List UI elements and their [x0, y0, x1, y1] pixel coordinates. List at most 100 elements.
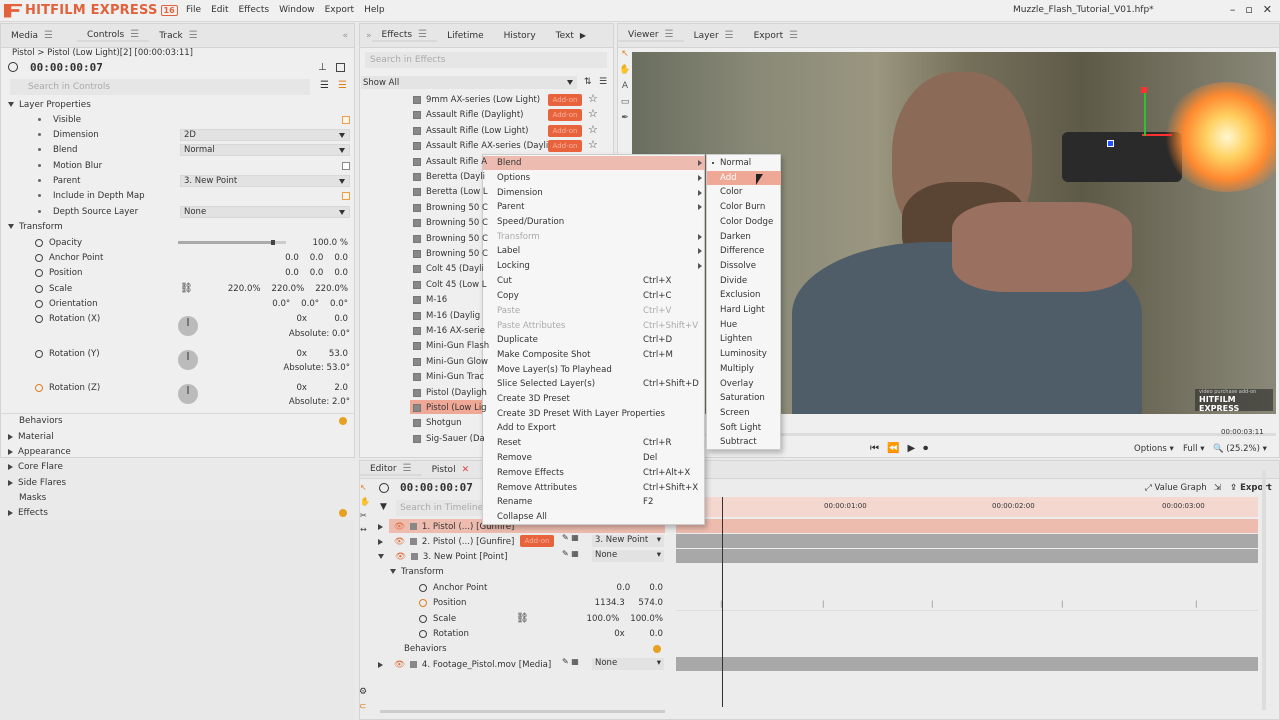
menu-icon[interactable]: ☰: [403, 463, 412, 474]
effect-item[interactable]: Mini-Gun Flash: [413, 339, 613, 353]
layer-behaviors-row[interactable]: Behaviors: [404, 641, 665, 656]
layout-icon[interactable]: [336, 63, 345, 72]
pen-tool-icon[interactable]: ✒: [619, 110, 631, 126]
favorite-star-icon[interactable]: ☆: [588, 138, 598, 151]
blend-mode-multiply[interactable]: Multiply: [707, 362, 781, 376]
grid-view-icon[interactable]: ☰: [338, 80, 347, 91]
effect-item[interactable]: Pistol (Dayligh: [413, 386, 613, 400]
keyframe-icon[interactable]: [419, 583, 427, 592]
add-effect-icon[interactable]: [339, 508, 347, 517]
menu-icon[interactable]: ☰: [789, 30, 798, 41]
masks-section[interactable]: Masks: [0, 490, 352, 505]
motion-blur-checkbox[interactable]: [342, 161, 350, 170]
favorite-star-icon[interactable]: ☆: [588, 123, 598, 136]
ctx-item-remove-attributes[interactable]: Remove Attributes Ctrl+Shift+X: [483, 481, 705, 495]
effect-item[interactable]: Colt 45 (Low L: [413, 278, 613, 292]
horizontal-scrollbar[interactable]: [380, 710, 665, 713]
settings-icon[interactable]: ⚙: [359, 687, 367, 697]
appearance-section[interactable]: Appearance: [0, 444, 352, 459]
dimension-select[interactable]: 2D: [180, 128, 350, 141]
value-graph-button[interactable]: ⤢ Value Graph: [1145, 483, 1207, 493]
rotation-y-value[interactable]: 0x 53.0: [296, 349, 348, 359]
tab-editor[interactable]: Editor ☰: [360, 463, 422, 476]
keyframe-icon[interactable]: [419, 598, 427, 607]
keyframe-icon[interactable]: [35, 284, 43, 293]
menu-effects[interactable]: Effects: [239, 5, 270, 15]
keyframe-icon[interactable]: [35, 299, 43, 308]
tab-history[interactable]: History: [494, 31, 546, 41]
position-value[interactable]: 0.0 0.0 0.0: [285, 268, 348, 278]
vertical-scrollbar[interactable]: [1262, 470, 1266, 710]
skip-start-icon[interactable]: ⏮: [870, 443, 879, 454]
close-tab-icon[interactable]: ✕: [462, 465, 470, 475]
effect-item[interactable]: Assault Rifle (Daylight) Add-on ☆: [413, 107, 613, 122]
tab-viewer[interactable]: Viewer ☰: [618, 29, 684, 42]
effect-item[interactable]: Beretta (Dayli: [413, 170, 613, 184]
layer-4-parent-select[interactable]: None ▾: [592, 658, 664, 670]
favorite-star-icon[interactable]: ☆: [588, 107, 598, 120]
keyframe-icon[interactable]: [419, 614, 427, 623]
tab-text[interactable]: Text ▶: [546, 31, 596, 41]
keyframe-icon[interactable]: [35, 253, 43, 262]
effect-item[interactable]: Assault Rifle A: [413, 155, 613, 169]
blend-mode-dissolve[interactable]: Dissolve: [707, 259, 781, 273]
eye-icon[interactable]: 👁: [394, 537, 405, 547]
blend-mode-subtract[interactable]: Subtract: [707, 435, 781, 449]
minimize-icon[interactable]: –: [1230, 3, 1236, 16]
effect-item[interactable]: Shotgun: [413, 416, 613, 430]
transform-header[interactable]: Transform: [0, 219, 352, 234]
blend-mode-difference[interactable]: Difference: [707, 244, 781, 258]
side-flares-section[interactable]: Side Flares: [0, 475, 352, 490]
gizmo-y-axis[interactable]: [1144, 92, 1146, 136]
collapse-icon[interactable]: «: [342, 31, 348, 41]
effects-section[interactable]: Effects: [0, 505, 352, 520]
slice-tool-icon[interactable]: ✂: [360, 509, 368, 523]
filter-icon[interactable]: ▼: [380, 502, 387, 512]
editor-timecode[interactable]: 00:00:00:07: [400, 481, 473, 494]
layer-properties-header[interactable]: Layer Properties: [0, 97, 352, 112]
hand-tool-icon[interactable]: ✋: [619, 62, 631, 78]
core-flare-section[interactable]: Core Flare: [0, 459, 352, 474]
effects-search[interactable]: Search in Effects: [365, 52, 607, 68]
effect-item[interactable]: M-16 (Daylig: [413, 309, 613, 323]
timeline-track-1[interactable]: [676, 519, 1258, 533]
menu-icon[interactable]: ☰: [418, 29, 427, 40]
blend-mode-hue[interactable]: Hue: [707, 318, 781, 332]
hand-tool-icon[interactable]: ✋: [360, 495, 370, 509]
add-behavior-icon[interactable]: [339, 416, 347, 425]
select-tool-icon[interactable]: ↖: [360, 481, 368, 495]
effect-item[interactable]: Browning 50 C: [413, 247, 613, 261]
link-icon[interactable]: ⛓: [516, 613, 529, 624]
menu-window[interactable]: Window: [279, 5, 315, 15]
blend-mode-color-burn[interactable]: Color Burn: [707, 200, 781, 214]
blend-mode-overlay[interactable]: Overlay: [707, 377, 781, 391]
tab-pistol-comp[interactable]: Pistol ✕: [422, 465, 480, 475]
select-tool-icon[interactable]: ↖: [619, 46, 631, 62]
menu-icon[interactable]: ☰: [665, 29, 674, 40]
favorite-star-icon[interactable]: ☆: [588, 92, 598, 105]
tab-track[interactable]: Track ☰: [149, 30, 208, 41]
effect-item[interactable]: Mini-Gun Glow: [413, 355, 613, 369]
effect-item[interactable]: Colt 45 (Dayli: [413, 262, 613, 276]
depth-source-select[interactable]: None: [180, 205, 350, 218]
timeline-track-4[interactable]: [676, 657, 1258, 671]
effect-item[interactable]: Beretta (Low L: [413, 185, 613, 199]
blend-mode-screen[interactable]: Screen: [707, 406, 781, 420]
effect-item[interactable]: Pistol (Low Lig: [413, 401, 613, 415]
keyframe-icon[interactable]: [35, 349, 43, 358]
effect-item[interactable]: Browning 50 C: [413, 232, 613, 246]
transform-handle-icon[interactable]: [1107, 140, 1114, 147]
blend-mode-luminosity[interactable]: Luminosity: [707, 347, 781, 361]
opacity-slider-handle[interactable]: [271, 240, 276, 245]
timeline-zoom-icon[interactable]: ⇲: [1214, 483, 1221, 493]
ctx-item-remove[interactable]: Remove Del: [483, 451, 705, 465]
layer-transform-header[interactable]: Transform: [390, 564, 444, 579]
menu-icon[interactable]: ☰: [130, 29, 139, 40]
rotation-z-dial[interactable]: [178, 384, 198, 404]
menu-icon[interactable]: ☰: [44, 30, 53, 41]
gizmo-y-handle[interactable]: [1141, 87, 1147, 93]
tab-export[interactable]: Export ☰: [744, 30, 808, 41]
pen-icon[interactable]: ✎ ▦: [562, 549, 579, 558]
keyframe-icon[interactable]: |: [1061, 600, 1063, 608]
blend-mode-normal[interactable]: Normal: [707, 156, 781, 170]
